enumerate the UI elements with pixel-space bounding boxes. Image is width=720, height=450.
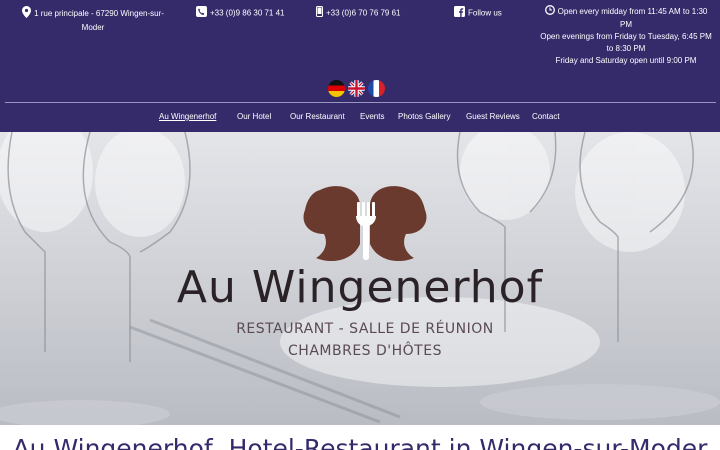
phone-landline-text: +33 (0)9 86 30 71 41 [210, 8, 285, 18]
phone-icon [196, 6, 207, 21]
hours-line-1: Open every midday from 11:45 AM to 1:30 … [540, 5, 712, 31]
logo-tagline-2: CHAMBRES D'HÔTES [288, 343, 442, 359]
phone-mobile-text: +33 (0)6 70 76 79 61 [326, 8, 401, 18]
nav-item-au-wingenerhof[interactable]: Au Wingenerhof [159, 112, 216, 121]
logo-tagline-1: RESTAURANT - SALLE DE RÉUNION [236, 321, 494, 337]
nav-item-events[interactable]: Events [360, 112, 384, 121]
header-divider [5, 102, 716, 103]
nav-item-contact[interactable]: Contact [532, 112, 560, 121]
address-text: 1 rue principale - 67290 Wingen-sur-Mode… [34, 9, 164, 32]
clock-icon [544, 5, 555, 19]
nav-item-our-hotel[interactable]: Our Hotel [237, 112, 271, 121]
follow-text: Follow us [468, 8, 502, 18]
logo-name: Au Wingenerhof [176, 262, 544, 313]
header-bar: 1 rue principale - 67290 Wingen-sur-Mode… [0, 0, 720, 132]
hero-banner: Au Wingenerhof RESTAURANT - SALLE DE RÉU… [0, 132, 720, 425]
language-flag-english[interactable] [348, 80, 365, 97]
opening-hours: Open every midday from 11:45 AM to 1:30 … [540, 5, 712, 67]
restaurant-logo [303, 186, 427, 262]
page-title-strip: Au Wingenerhof, Hotel-Restaurant in Wing… [0, 425, 720, 450]
logo-right-wing [370, 186, 427, 262]
facebook-icon [454, 6, 465, 21]
hours-line-2: Open evenings from Friday to Tuesday, 6:… [540, 32, 712, 53]
phone-mobile[interactable]: +33 (0)6 70 76 79 61 [316, 6, 416, 21]
language-flag-french[interactable] [368, 80, 385, 97]
logo-left-wing [303, 186, 360, 262]
nav-item-our-restaurant[interactable]: Our Restaurant [290, 112, 345, 121]
facebook-follow-link[interactable]: Follow us [454, 6, 524, 21]
main-nav: Au Wingenerhof Our Hotel Our Restaurant … [0, 108, 720, 128]
language-switcher [328, 80, 385, 98]
address-info: 1 rue principale - 67290 Wingen-sur-Mode… [18, 6, 168, 34]
language-flag-german[interactable] [328, 80, 345, 97]
nav-item-photos-gallery[interactable]: Photos Gallery [398, 112, 450, 121]
mobile-icon [316, 6, 323, 21]
hours-line-3: Friday and Saturday open until 9:00 PM [555, 56, 697, 65]
phone-landline[interactable]: +33 (0)9 86 30 71 41 [196, 6, 306, 21]
map-marker-icon [22, 6, 32, 22]
page-title: Au Wingenerhof, Hotel-Restaurant in Wing… [12, 434, 708, 450]
nav-item-guest-reviews[interactable]: Guest Reviews [466, 112, 520, 121]
